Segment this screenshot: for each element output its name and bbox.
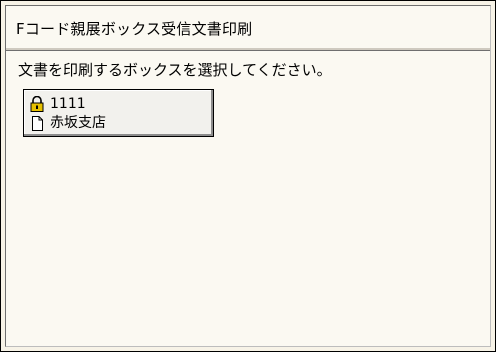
document-icon bbox=[32, 116, 43, 131]
title-divider bbox=[6, 48, 490, 50]
box-name: 赤坂支店 bbox=[50, 115, 106, 131]
lock-icon bbox=[30, 96, 44, 112]
screen-frame: Fコード親展ボックス受信文書印刷 文書を印刷するボックスを選択してください。 1… bbox=[0, 0, 496, 352]
instruction-text: 文書を印刷するボックスを選択してください。 bbox=[18, 61, 332, 79]
page-title: Fコード親展ボックス受信文書印刷 bbox=[16, 20, 253, 38]
box-icons bbox=[30, 96, 46, 134]
box-button-1111[interactable]: 1111 赤坂支店 bbox=[23, 89, 214, 137]
box-number: 1111 bbox=[50, 96, 86, 112]
title-bar: Fコード親展ボックス受信文書印刷 bbox=[6, 6, 490, 51]
panel: Fコード親展ボックス受信文書印刷 文書を印刷するボックスを選択してください。 1… bbox=[5, 5, 491, 347]
